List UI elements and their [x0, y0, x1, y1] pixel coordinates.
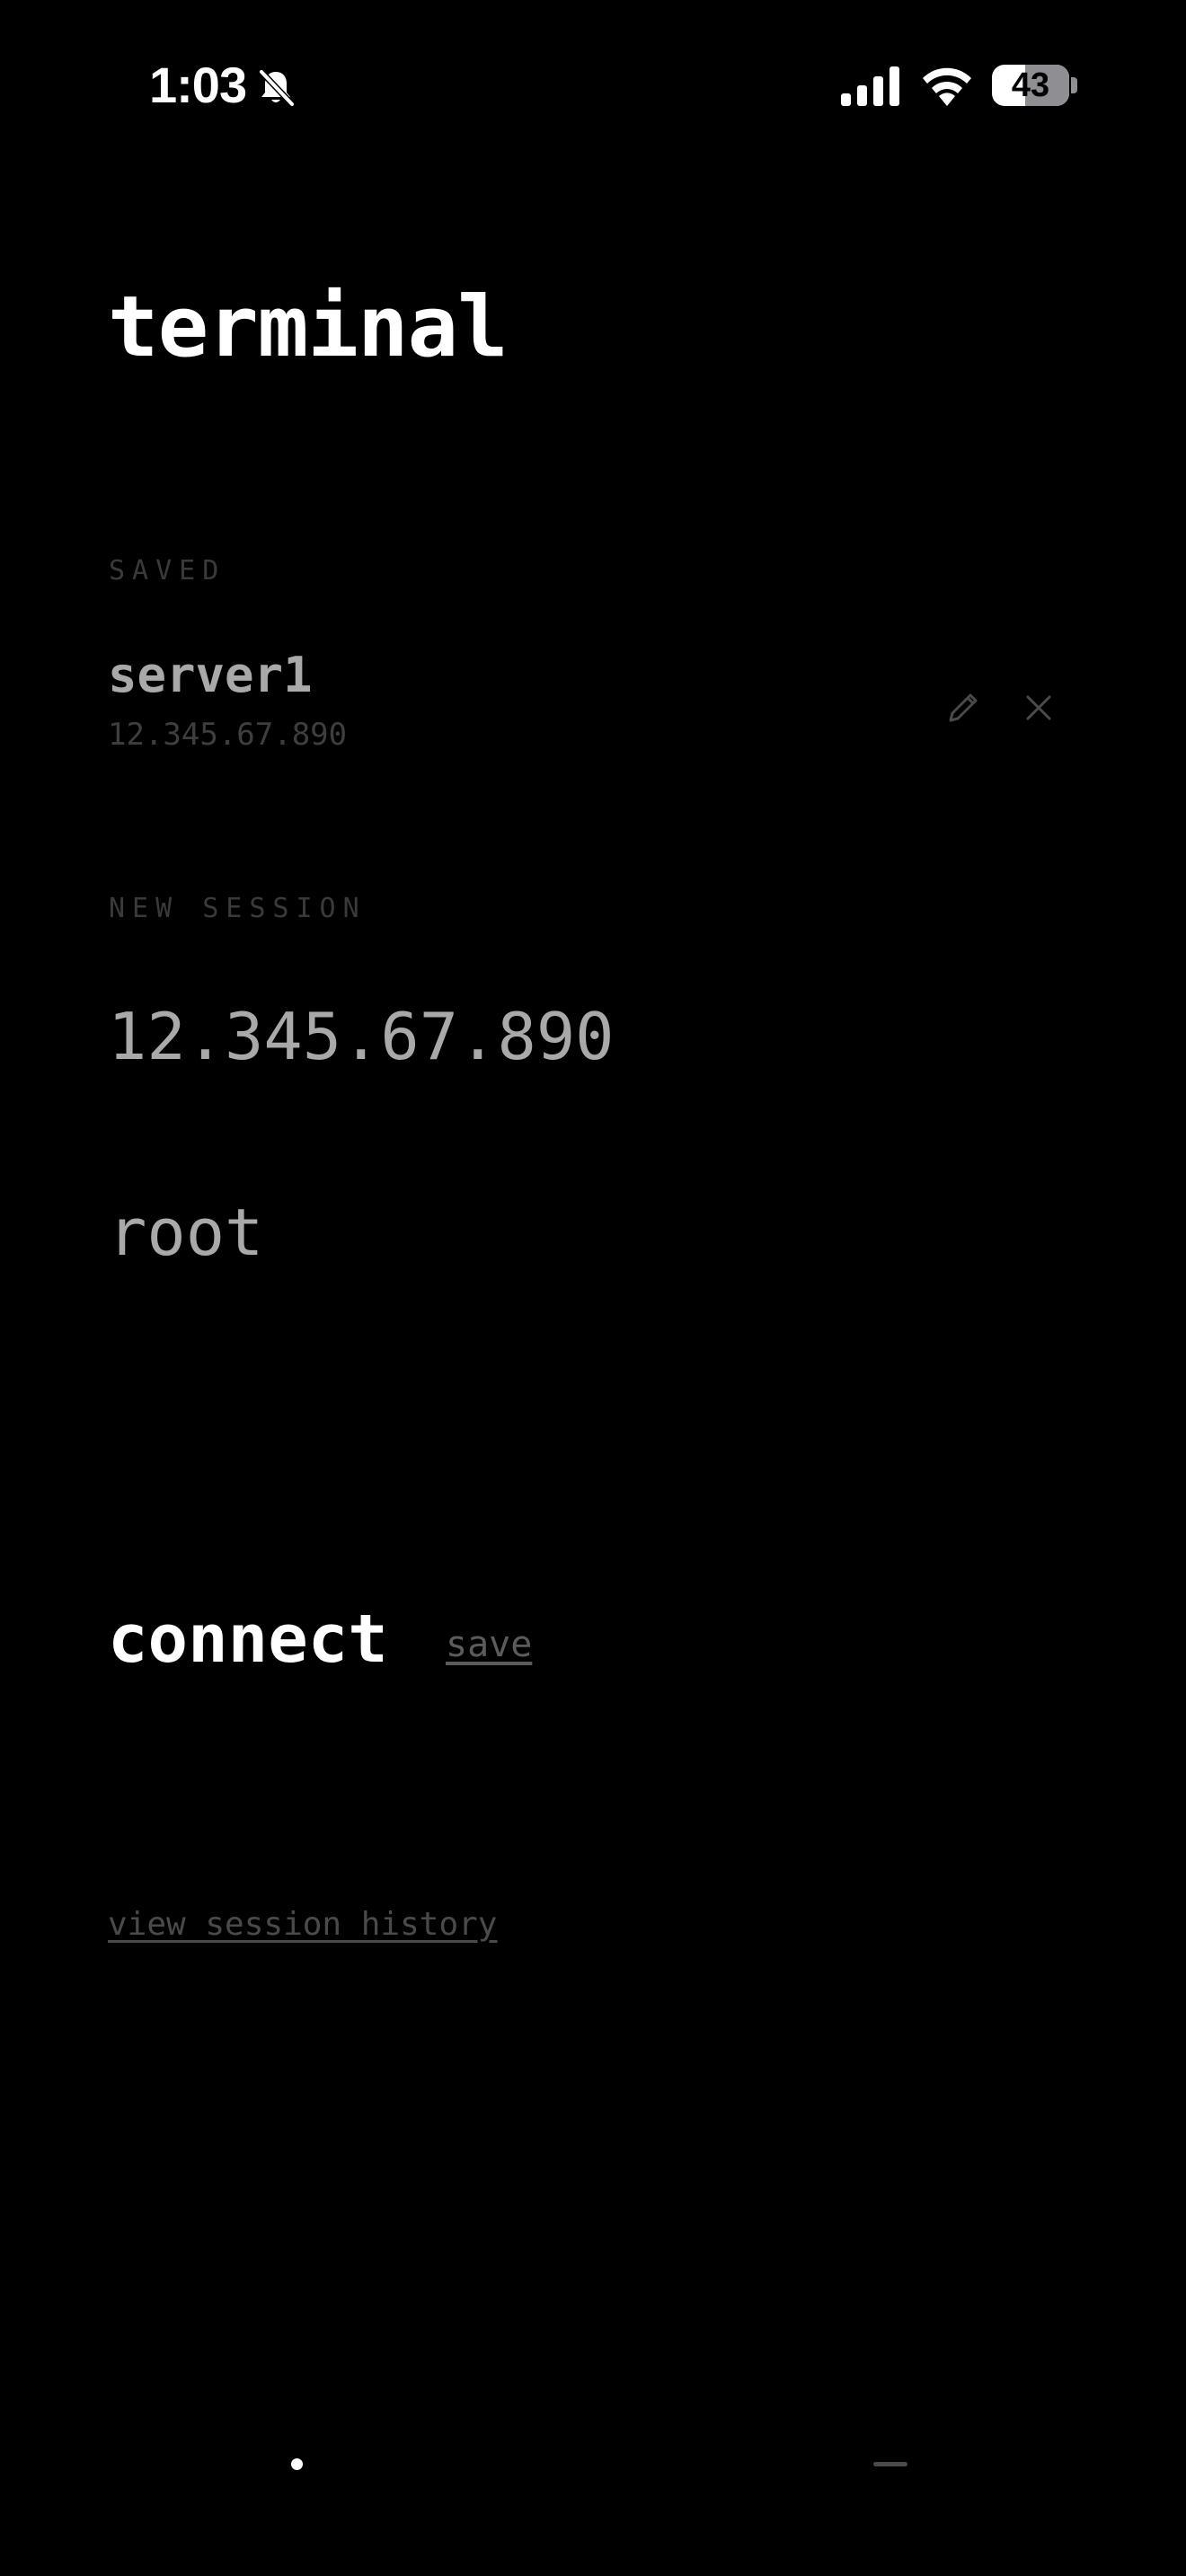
- view-session-history-link[interactable]: view session history: [108, 1906, 497, 1943]
- edit-session-button[interactable]: [936, 681, 990, 735]
- saved-section-label: SAVED: [109, 555, 226, 587]
- delete-session-button[interactable]: [1012, 681, 1066, 735]
- battery-percent: 43: [1011, 66, 1050, 104]
- page-indicator-active[interactable]: [291, 2458, 303, 2470]
- username-input[interactable]: [108, 1195, 1078, 1270]
- status-time: 1:03: [149, 57, 247, 113]
- wifi-icon: [920, 65, 974, 108]
- saved-session-name: server1: [108, 647, 313, 703]
- saved-session-item[interactable]: server1 12.345.67.890: [108, 647, 1078, 763]
- page-indicator-inactive[interactable]: [873, 2462, 907, 2466]
- new-session-section-label: NEW SESSION: [109, 893, 367, 924]
- save-link[interactable]: save: [446, 1624, 532, 1665]
- bell-off-icon: [254, 66, 297, 110]
- saved-session-host: 12.345.67.890: [108, 717, 348, 753]
- page-title: terminal: [108, 278, 509, 376]
- pencil-icon: [949, 693, 978, 722]
- host-input[interactable]: [108, 999, 1078, 1074]
- signal-icon: [841, 66, 900, 106]
- connect-button[interactable]: connect: [108, 1601, 388, 1678]
- battery-tip: [1071, 77, 1077, 93]
- close-icon: [1026, 695, 1051, 720]
- status-bar: 1:03 43: [0, 0, 1186, 171]
- battery-icon: 43: [992, 65, 1069, 106]
